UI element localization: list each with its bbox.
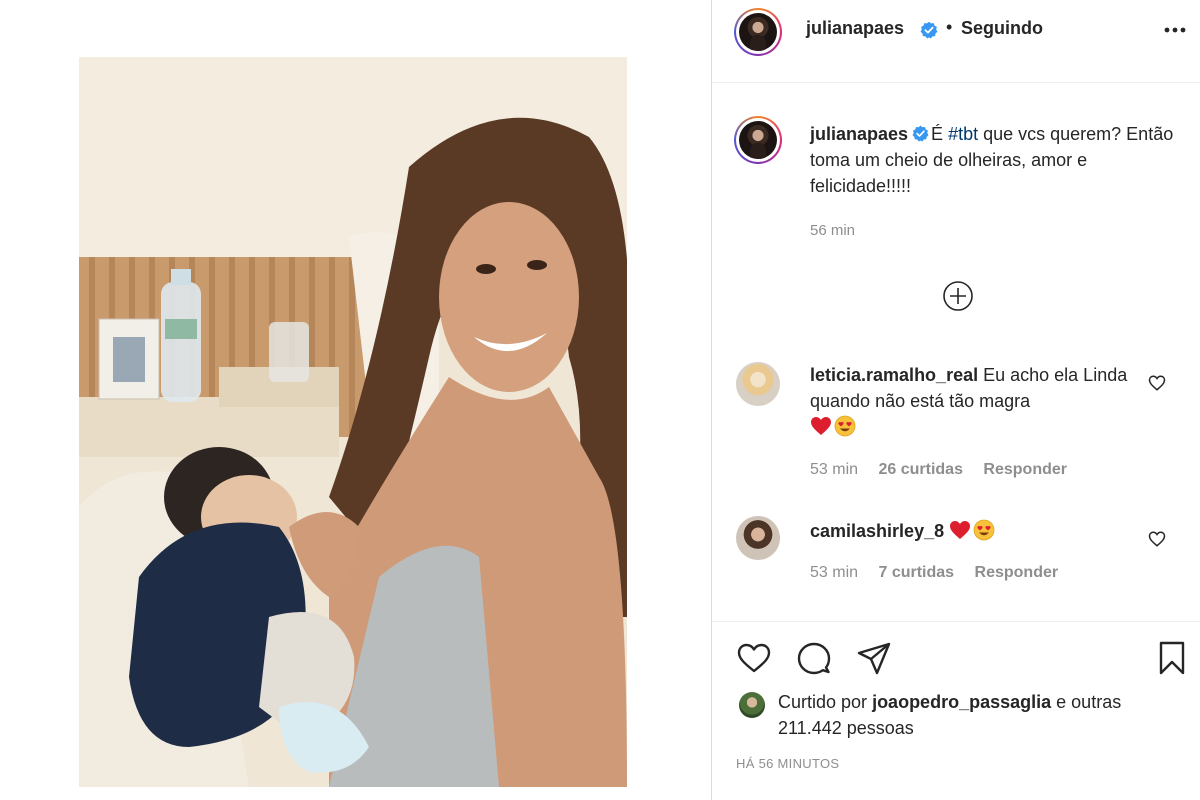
avatar-image: [739, 13, 777, 51]
avatar-image: [739, 121, 777, 159]
heart-eyes-emoji-icon: [834, 415, 856, 437]
caption-text-start: É: [931, 124, 949, 144]
comment-bubble-icon[interactable]: [796, 640, 832, 676]
author-username[interactable]: julianapaes: [806, 18, 904, 39]
save-bookmark-icon[interactable]: [1154, 640, 1190, 676]
avatar-border: [736, 118, 780, 162]
liked-by-user-link[interactable]: joaopedro_passaglia: [872, 692, 1051, 712]
liked-by-prefix: Curtido por: [778, 692, 868, 712]
load-more-comments-icon[interactable]: [942, 280, 974, 312]
verified-badge-icon: [912, 125, 929, 142]
post-details-panel: julianapaes • Seguindo julianapaes É #tb…: [712, 0, 1200, 800]
follow-status-button[interactable]: Seguindo: [961, 18, 1043, 39]
like-comment-heart-icon[interactable]: [1148, 374, 1166, 392]
comment-likes-count[interactable]: 26 curtidas: [878, 461, 962, 478]
caption-username[interactable]: julianapaes: [810, 124, 908, 144]
comment-meta: 53 min 26 curtidas Responder: [810, 461, 1083, 479]
share-paper-plane-icon[interactable]: [856, 640, 892, 676]
photo-illustration: [79, 57, 627, 787]
separator-dot: •: [946, 17, 953, 37]
post-timestamp: HÁ 56 MINUTOS: [736, 756, 840, 771]
comment-meta: 53 min 7 curtidas Responder: [810, 564, 1074, 582]
reply-button[interactable]: Responder: [975, 564, 1059, 581]
caption-timestamp: 56 min: [810, 222, 856, 239]
like-heart-icon[interactable]: [736, 640, 772, 676]
more-options-icon[interactable]: [1162, 20, 1188, 40]
caption-author-avatar[interactable]: [734, 116, 782, 164]
avatar-border: [736, 10, 780, 54]
red-heart-emoji-icon: [811, 417, 831, 435]
comment-timestamp: 53 min: [810, 564, 859, 581]
commenter-avatar[interactable]: [736, 362, 780, 406]
like-comment-heart-icon[interactable]: [1148, 530, 1166, 548]
comment-body: leticia.ramalho_real Eu acho ela Linda q…: [810, 362, 1150, 440]
liked-by-avatar[interactable]: [739, 692, 765, 718]
verified-badge-icon: [920, 21, 938, 39]
comment-username[interactable]: camilashirley_8: [810, 521, 944, 541]
comment-likes-count[interactable]: 7 curtidas: [878, 564, 954, 581]
heart-eyes-emoji-icon: [973, 519, 995, 541]
comment-timestamp: 53 min: [810, 461, 859, 478]
comment-username[interactable]: leticia.ramalho_real: [810, 365, 978, 385]
author-avatar[interactable]: [734, 8, 782, 56]
post-caption: julianapaes É #tbt que vcs querem? Então…: [810, 121, 1182, 199]
liked-by-summary: Curtido por joaopedro_passaglia e outras…: [778, 689, 1178, 741]
reply-button[interactable]: Responder: [983, 461, 1067, 478]
header-divider: [712, 82, 1200, 83]
post-photo[interactable]: [79, 57, 627, 787]
red-heart-emoji-icon: [950, 521, 971, 539]
post-media-pane: [0, 0, 712, 800]
comment-body: camilashirley_8: [810, 518, 1150, 544]
commenter-avatar[interactable]: [736, 516, 780, 560]
post-header: julianapaes • Seguindo: [712, 0, 1200, 60]
caption-hashtag-link[interactable]: #tbt: [948, 124, 978, 144]
liked-by-conjunction: e: [1056, 692, 1067, 712]
actions-divider: [712, 621, 1200, 622]
